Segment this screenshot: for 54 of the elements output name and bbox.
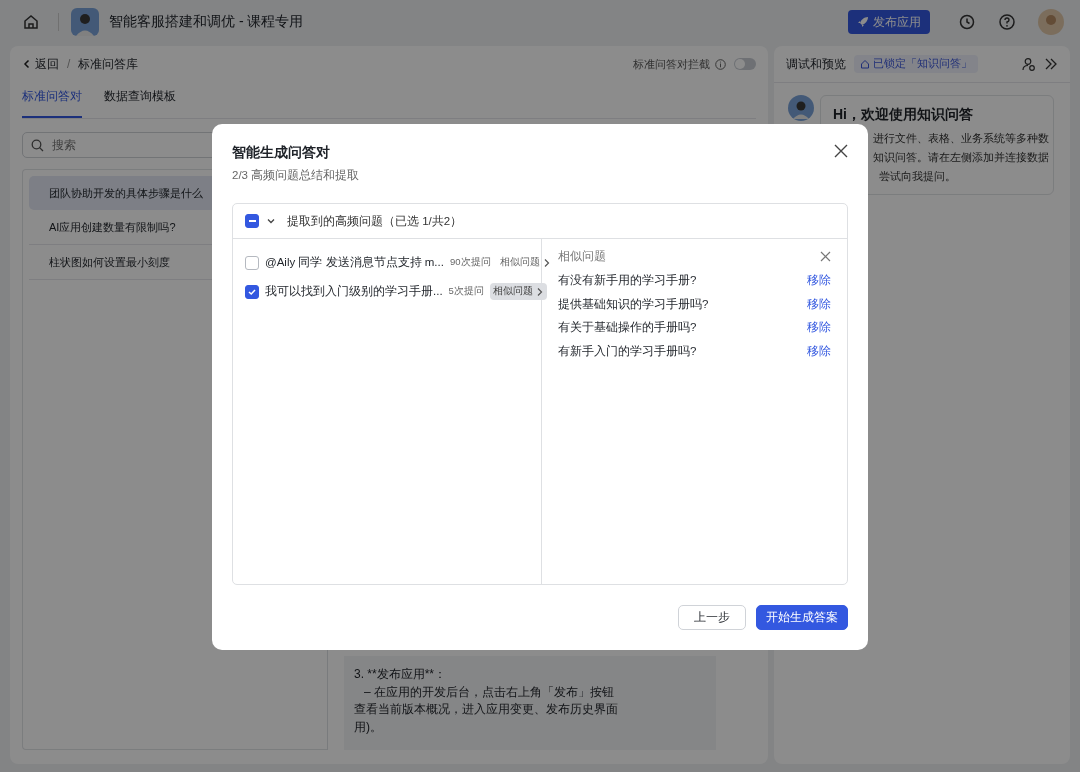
avatar [71,8,99,36]
breadcrumb-separator: / [67,57,71,71]
chevron-right-icon [535,286,544,297]
ask-count: 90次提问 [449,256,491,269]
answer-text: 用)。 [354,718,383,736]
close-icon[interactable] [820,250,831,262]
users-icon[interactable] [1022,57,1036,71]
chevron-icon[interactable] [266,216,276,226]
generate-button[interactable]: 开始生成答案 [756,605,848,630]
similar-title: 相似问题 [558,248,606,264]
similar-question: 有新手入门的学习手册吗? [558,343,697,359]
close-icon[interactable] [834,144,848,158]
similar-question: 有没有新手用的学习手册? [558,273,697,289]
tab[interactable]: 标准问答对 [22,88,82,118]
ask-count: 5次提问 [448,285,484,298]
intercept-toggle[interactable] [734,58,756,70]
item-checkbox[interactable] [245,255,259,270]
dialog-title: 智能生成问答对 [232,144,331,162]
similar-button[interactable]: 相似问题 [496,254,554,271]
search-icon [31,138,44,152]
message-text: 进行文件、表格、业务系统等多种数 [873,131,1049,146]
answer-text: 3. **发布应用**： [354,666,448,683]
question-text: 我可以找到入门级别的学习手册... [265,284,443,299]
similar-question: 有关于基础操作的手册吗? [558,320,697,336]
remove-link[interactable]: 移除 [807,320,831,336]
collapse-icon[interactable] [1044,57,1058,71]
answer-text: 查看当前版本概况，进入应用变更、发布历史界面 [354,701,619,718]
rocket-icon [857,16,869,28]
preview-title: 调试和预览 [786,55,846,73]
remove-link[interactable]: 移除 [807,343,831,359]
message-text: 尝试向我提问。 [879,169,956,184]
tab[interactable]: 数据查询模板 [104,88,176,118]
greeting: Hi，欢迎使用知识问答 [833,106,974,124]
bot-avatar [788,95,814,121]
similar-question: 提供基础知识的学习手册吗? [558,296,709,312]
info-icon [715,58,726,70]
remove-link[interactable]: 移除 [807,296,831,312]
message-text: 知识问答。请在左侧添加并连接数据 [873,150,1049,165]
answer-text: – 在应用的开发后台，点击右上角「发布」按钮 [363,683,615,701]
intercept-label: 标准问答对拦截 [633,56,710,72]
remove-link[interactable]: 移除 [807,273,831,289]
previous-button[interactable]: 上一步 [678,605,746,630]
breadcrumb: 标准问答库 [78,55,139,73]
item-checkbox[interactable] [245,284,259,299]
group-checkbox[interactable] [245,214,259,228]
app-title: 智能客服搭建和调优 - 课程专用 [109,13,304,31]
chevron-right-icon [542,257,551,268]
similar-button[interactable]: 相似问题 [489,283,547,300]
history-icon[interactable] [958,13,976,31]
lock-badge: 已锁定「知识问答」 [854,55,978,73]
home-icon[interactable] [22,13,40,31]
back-link[interactable]: 返回 [22,55,59,73]
help-icon[interactable] [998,13,1016,31]
publish-button[interactable]: 发布应用 [848,10,930,34]
